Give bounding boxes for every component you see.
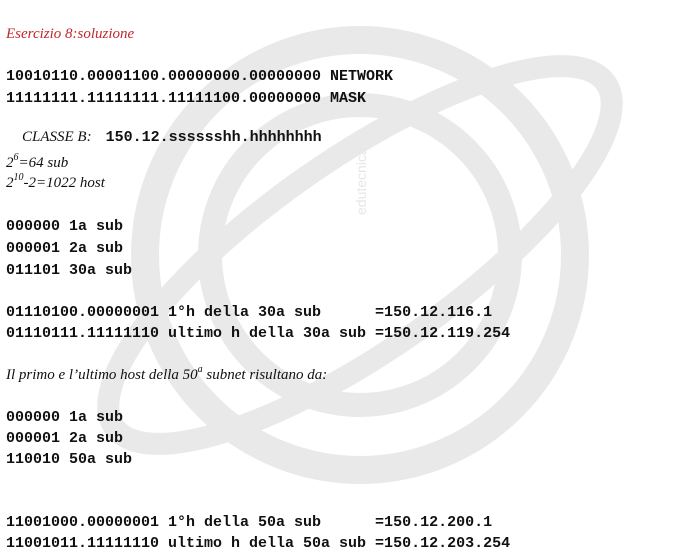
sub-list-2-item: 110010 50a sub xyxy=(6,451,133,468)
host-formula: 210-2=1022 host xyxy=(6,172,105,191)
host-30-first: 01110100.00000001 1°h della 30a sub =150… xyxy=(6,304,493,321)
class-value: 150.12.sssssshh.hhhhhhhh xyxy=(105,129,322,146)
document-page: edutecnica Esercizio 8:soluzione 1001011… xyxy=(0,0,699,557)
watermark-text: edutecnica xyxy=(353,147,369,215)
exercise-title: Esercizio 8:soluzione xyxy=(6,26,135,42)
sub-list-1-item: 000001 2a sub xyxy=(6,240,124,257)
mask-line: 11111111.11111111.11111100.00000000 MASK xyxy=(6,90,367,107)
sub-list-2-item: 000001 2a sub xyxy=(6,430,124,447)
class-label: CLASSE B: xyxy=(22,129,92,145)
subnet-formula: 26=64 sub xyxy=(6,152,69,171)
class-line: CLASSE B: 150.12.sssssshh.hhhhhhhh xyxy=(6,113,322,161)
network-line: 10010110.00001100.00000000.00000000 NETW… xyxy=(6,68,394,85)
sub-list-1-item: 000000 1a sub xyxy=(6,218,124,235)
host-50-last: 11001011.11111110 ultimo h della 50a sub… xyxy=(6,535,511,552)
sentence-50th-subnet: Il primo e l’ultimo host della 50a subne… xyxy=(6,364,328,383)
sub-list-1-item: 011101 30a sub xyxy=(6,262,133,279)
host-50-first: 11001000.00000001 1°h della 50a sub =150… xyxy=(6,514,493,531)
host-30-last: 01110111.11111110 ultimo h della 30a sub… xyxy=(6,325,511,342)
sub-list-2-item: 000000 1a sub xyxy=(6,409,124,426)
